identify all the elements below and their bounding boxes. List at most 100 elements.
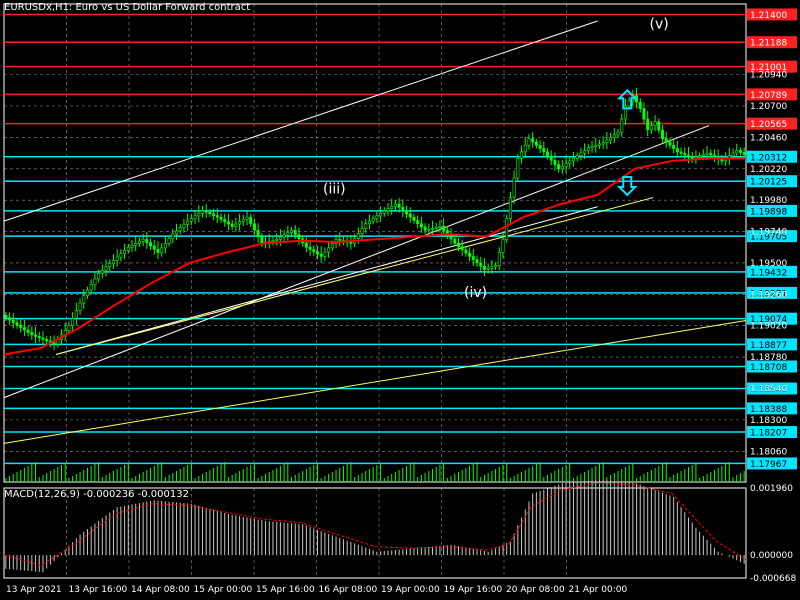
candle-body [123, 250, 127, 255]
candle-body [475, 259, 479, 264]
candle-body [416, 220, 420, 225]
candle-body [215, 215, 219, 218]
candle-body [278, 236, 282, 240]
candle-body [178, 227, 182, 232]
candle-body [367, 220, 371, 225]
candle-body [30, 332, 34, 336]
candle-body [115, 256, 119, 261]
candle-body [74, 310, 78, 319]
candle-body [672, 144, 676, 149]
candle-body [189, 218, 193, 222]
macd-y-tick-label: 0.000000 [750, 551, 793, 561]
candle-body [11, 319, 15, 323]
price-level-label: 1.20312 [750, 153, 787, 163]
candle-body [37, 336, 41, 339]
candle-body [427, 228, 431, 231]
candle-body [208, 211, 212, 215]
candle-body [679, 151, 683, 154]
candle-body [78, 302, 82, 311]
y-tick-label: 1.18060 [750, 447, 787, 457]
candle-body [338, 239, 342, 241]
candle-body [653, 121, 657, 126]
candle-body [330, 243, 334, 249]
candle-body [412, 216, 416, 221]
candle-body [108, 263, 112, 268]
time-axis: 13 Apr 2021 13 Apr 16:00 14 Apr 08:00 15 Ap… [6, 585, 627, 595]
candle-body [67, 325, 71, 331]
candle-body [175, 230, 179, 235]
candle-body [134, 243, 138, 246]
y-tick-label: 1.19740 [750, 228, 787, 238]
candle-body [738, 150, 742, 153]
candle-body [512, 177, 516, 198]
candle-body [638, 101, 642, 109]
wave-label-iii: (iii) [323, 182, 346, 198]
channel-upper-line [3, 20, 598, 222]
y-tick-label: 1.19980 [750, 196, 787, 206]
y-tick-label: 1.18780 [750, 353, 787, 363]
price-level-label: 1.19432 [750, 268, 787, 278]
candle-body [130, 244, 134, 248]
candle-body [490, 266, 494, 269]
candle-body [145, 239, 149, 243]
candle-body [390, 206, 394, 209]
y-tick-label: 1.19260 [750, 290, 787, 300]
chart-title: EURUSDx,H1: Euro vs US Dollar Forward co… [4, 2, 251, 13]
candle-body [546, 151, 550, 157]
candle-body [401, 207, 405, 211]
candle-body [464, 249, 468, 254]
candle-body [709, 152, 713, 156]
candle-body [649, 125, 653, 130]
candle-body [245, 216, 249, 220]
candle-body [52, 342, 56, 345]
candle-body [664, 138, 668, 143]
candle-body [460, 246, 464, 251]
candle-body [735, 150, 739, 154]
annotations: (iii) (iv) (v) [323, 16, 669, 301]
candle-body [612, 134, 616, 138]
candle-body [527, 138, 531, 146]
candle-body [542, 148, 546, 153]
macd-y-tick-label: -0.000668 [750, 574, 796, 584]
candle-body [204, 210, 208, 213]
candle-body [141, 239, 145, 242]
candle-body [482, 265, 486, 270]
candle-body [360, 228, 364, 234]
candle-body [275, 239, 279, 241]
candle-body [156, 248, 160, 253]
candle-body [501, 239, 505, 253]
candle-body [494, 265, 498, 268]
candle-body [601, 142, 605, 145]
candle-body [557, 164, 561, 170]
candle-body [675, 148, 679, 153]
candle-body [4, 314, 8, 319]
candle-body [405, 210, 409, 215]
candle-body [212, 213, 216, 216]
chart-canvas[interactable]: 0.001960 0.000000 -0.000668 1.21400 1.21188… [0, 0, 800, 600]
candle-body [627, 100, 631, 107]
candle-body [438, 226, 442, 228]
candle-body [182, 224, 186, 228]
candle-body [564, 163, 568, 167]
price-level-label: 1.18877 [750, 341, 787, 351]
candle-body [661, 129, 665, 140]
candle-body [549, 155, 553, 161]
candle-body [97, 273, 101, 280]
x-tick-label: 13 Apr 2021 [6, 585, 62, 595]
candle-body [586, 147, 590, 151]
price-level-label: 1.18207 [750, 429, 787, 439]
candle-body [234, 223, 238, 227]
candle-body [683, 153, 687, 156]
candle-body [256, 229, 260, 238]
candle-body [379, 212, 383, 217]
x-tick-label: 13 Apr 16:00 [69, 585, 128, 595]
candle-body [575, 155, 579, 159]
candle-body [319, 253, 323, 257]
candle-body [571, 158, 575, 162]
candle-body [468, 252, 472, 257]
candle-body [742, 152, 746, 155]
candle-body [456, 243, 460, 247]
candle-body [85, 289, 89, 296]
candle-body [620, 118, 624, 133]
candle-body [408, 213, 412, 218]
